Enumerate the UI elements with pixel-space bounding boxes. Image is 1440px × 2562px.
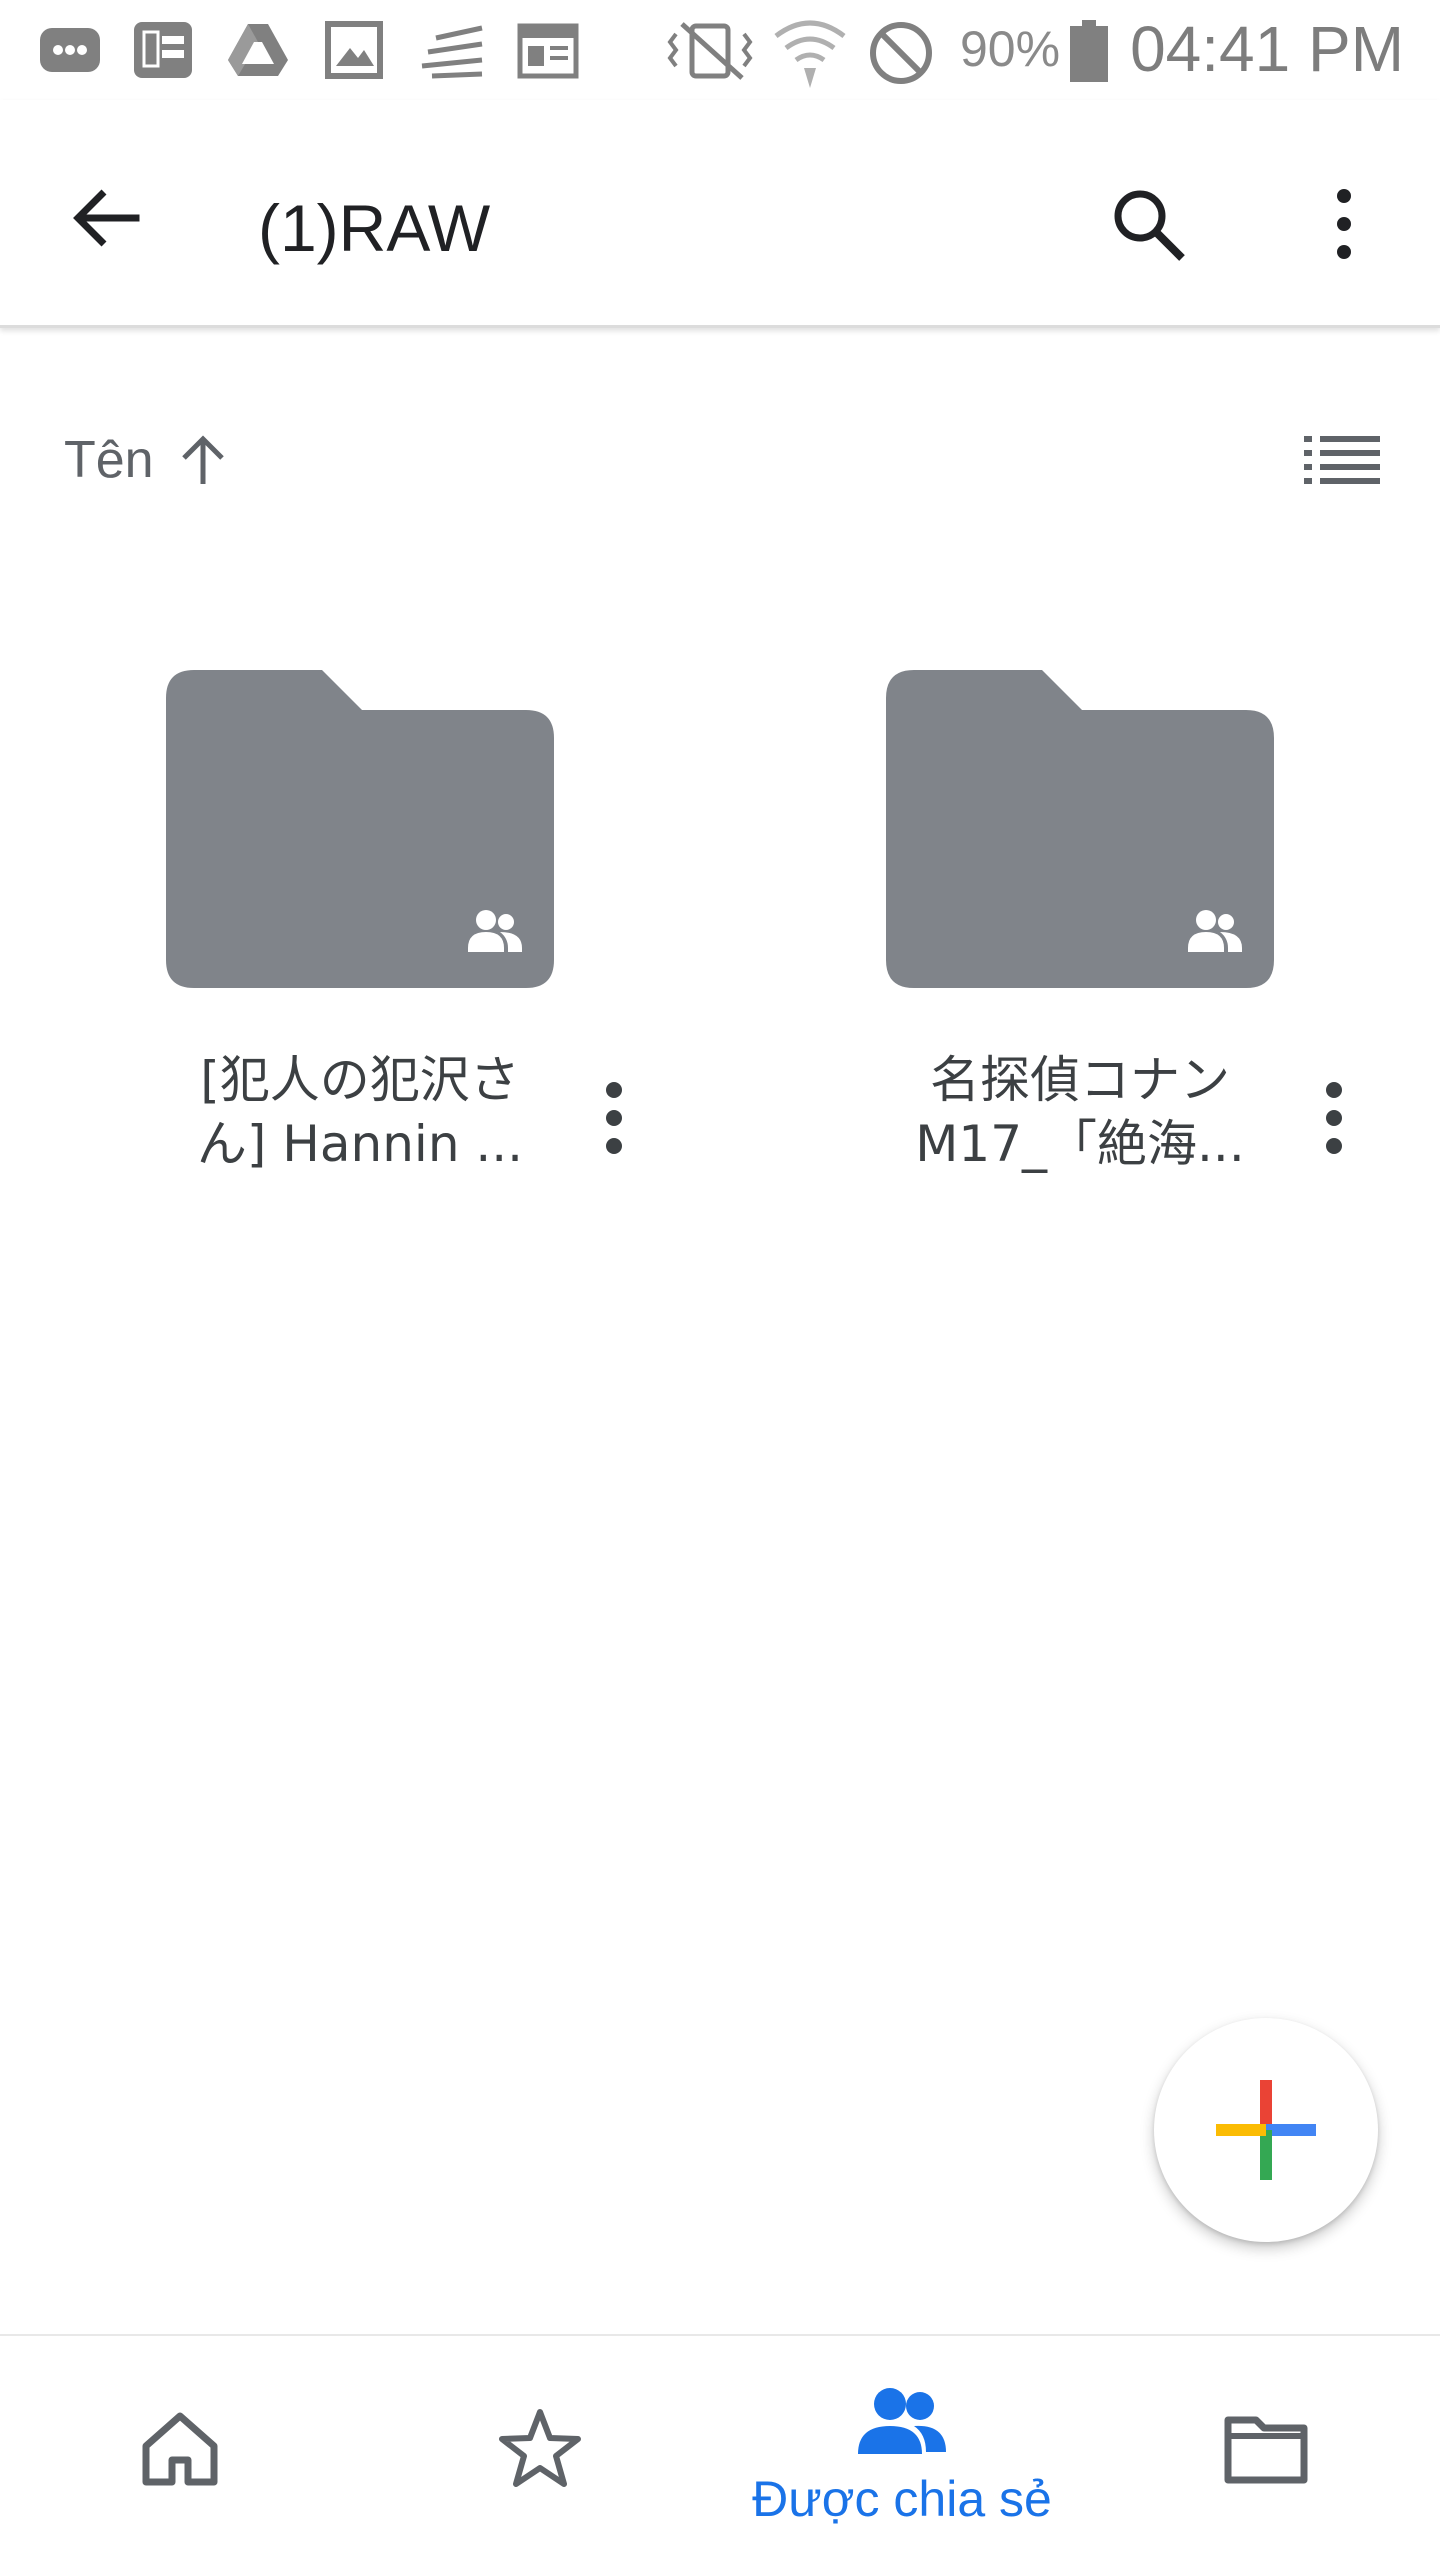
people-icon xyxy=(858,2388,946,2454)
folder-name-line: M17_「絶海... xyxy=(915,1115,1245,1173)
folder-name: [犯人の犯沢さ ん] Hannin ... xyxy=(140,1048,580,1176)
messages-icon xyxy=(40,28,100,72)
drive-icon xyxy=(228,24,288,76)
nav-home[interactable] xyxy=(30,2336,330,2562)
bottom-navigation: Được chia sẻ xyxy=(0,2334,1440,2560)
status-bar: 90% 04:41 PM xyxy=(0,0,1440,100)
more-vert-icon[interactable] xyxy=(594,1078,634,1158)
folder-item[interactable]: 名探偵コナン M17_「絶海... xyxy=(760,670,1400,1210)
folder-item[interactable]: [犯人の犯沢さ ん] Hannin ... xyxy=(40,670,680,1210)
clock: 04:41 PM xyxy=(1130,13,1404,85)
do-not-disturb-icon xyxy=(870,22,932,84)
folder-icon xyxy=(1224,2416,1308,2484)
app-bar: (1)RAW xyxy=(0,100,1440,328)
wifi-icon xyxy=(774,20,846,88)
home-icon xyxy=(142,2412,218,2486)
sort-label[interactable]: Tên xyxy=(64,430,154,490)
more-vert-icon[interactable] xyxy=(1314,1078,1354,1158)
arrow-back-icon[interactable] xyxy=(64,176,148,260)
news-icon xyxy=(517,23,579,79)
plus-icon xyxy=(1216,2080,1316,2180)
bao-hay-icon xyxy=(134,22,192,78)
star-icon xyxy=(499,2409,581,2487)
nav-files[interactable] xyxy=(1116,2336,1416,2562)
folder-name-line: ん] Hannin ... xyxy=(196,1115,524,1173)
folder-name: 名探偵コナン M17_「絶海... xyxy=(860,1048,1300,1176)
sort-row: Tên xyxy=(0,410,1440,510)
shared-folder-icon xyxy=(166,670,554,988)
shared-folder-icon xyxy=(886,670,1274,988)
nav-shared[interactable]: Được chia sẻ xyxy=(752,2336,1052,2562)
more-vert-icon[interactable] xyxy=(1316,184,1372,264)
battery-icon xyxy=(1070,20,1108,82)
arrow-up-icon[interactable] xyxy=(176,432,230,488)
nav-label: Được chia sẻ xyxy=(752,2471,1052,2527)
folder-name-line: 名探偵コナン xyxy=(930,1051,1230,1109)
nav-starred[interactable] xyxy=(390,2336,690,2562)
gallery-icon xyxy=(325,21,383,79)
vibrate-icon xyxy=(667,22,753,80)
folder-name-line: [犯人の犯沢さ xyxy=(200,1051,520,1109)
page-title: (1)RAW xyxy=(258,191,491,265)
list-view-icon[interactable] xyxy=(1304,432,1380,488)
signal-lines-icon xyxy=(421,25,483,79)
new-button[interactable] xyxy=(1154,2018,1378,2242)
battery-percent: 90% xyxy=(960,21,1061,77)
search-icon[interactable] xyxy=(1108,184,1188,264)
